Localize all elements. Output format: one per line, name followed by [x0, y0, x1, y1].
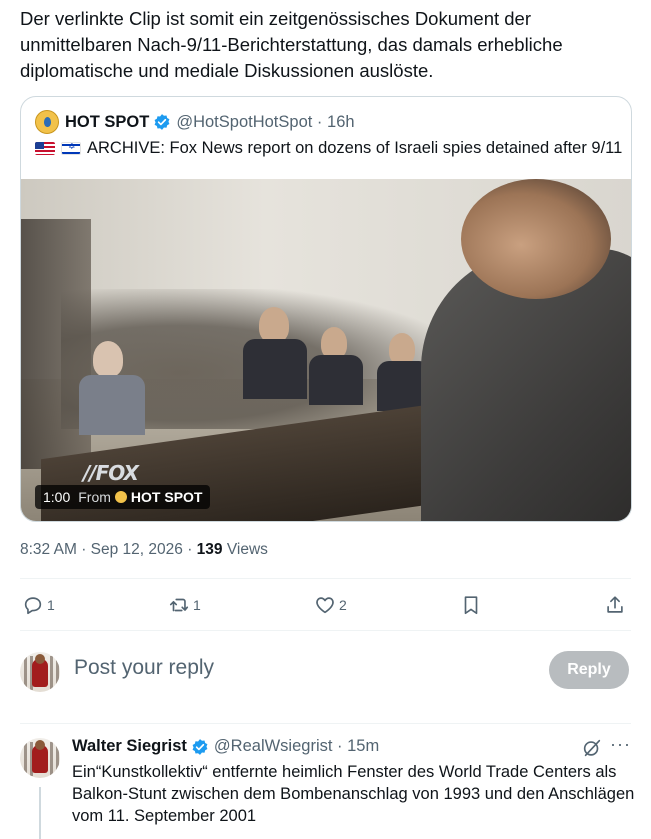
- reply-text: Ein“Kunstkollektiv“ entfernte heimlich F…: [72, 763, 635, 825]
- quoted-author-handle[interactable]: @HotSpotHotSpot: [176, 113, 312, 132]
- heart-icon: [316, 597, 334, 614]
- repost-action-button[interactable]: 1: [168, 589, 201, 621]
- video-frame-person: [243, 339, 307, 399]
- more-options-icon[interactable]: ···: [610, 734, 631, 755]
- quoted-author-name[interactable]: HOT SPOT: [65, 113, 149, 132]
- video-duration: 1:00: [43, 489, 71, 505]
- video-player[interactable]: //FOX 1:00 From HOT SPOT: [21, 179, 631, 521]
- reply-author-avatar[interactable]: [20, 738, 60, 778]
- source-avatar-icon: [114, 491, 127, 503]
- thread-connector-line: [39, 787, 41, 839]
- quoted-post-text: ARCHIVE: Fox News report on dozens of Is…: [87, 139, 623, 157]
- divider: [20, 723, 631, 724]
- post-metadata: 8:32 AM · Sep 12, 2026 · 139 Views: [20, 541, 268, 559]
- repost-icon: [169, 598, 189, 612]
- video-from-label: From: [78, 489, 111, 505]
- reply-author-handle[interactable]: @RealWsiegrist: [214, 737, 333, 756]
- reply-submit-button[interactable]: Reply: [549, 651, 629, 689]
- avatar-figure: [32, 740, 48, 773]
- video-source-name[interactable]: HOT SPOT: [131, 489, 203, 505]
- divider: [20, 630, 631, 631]
- repost-count: 1: [193, 597, 201, 613]
- video-frame-person: [309, 355, 363, 405]
- reply-count: 1: [47, 597, 55, 613]
- share-action-button[interactable]: [604, 589, 626, 621]
- video-frame-speaker-head: [461, 179, 611, 299]
- fox-logo: //FOX: [83, 461, 139, 485]
- post-time[interactable]: 8:32 AM: [20, 541, 77, 558]
- avatar-background-rail: [24, 656, 27, 690]
- post-actions-bar: 1 1 2: [20, 589, 631, 621]
- video-frame-person: [93, 341, 123, 377]
- current-user-avatar[interactable]: [20, 652, 60, 692]
- bookmark-action-button[interactable]: [460, 589, 482, 621]
- reply-time[interactable]: 15m: [347, 737, 379, 756]
- like-count: 2: [339, 597, 347, 613]
- quoted-post-card[interactable]: HOT SPOT @HotSpotHotSpot · 16h ARCHIVE: …: [20, 96, 632, 522]
- us-flag-icon: [35, 142, 55, 155]
- reply-action-button[interactable]: 1: [22, 589, 55, 621]
- reply-bubble-icon: [24, 597, 42, 615]
- separator-dot: ·: [187, 541, 197, 558]
- video-frame-person: [259, 307, 289, 343]
- quoted-author-avatar[interactable]: [35, 110, 59, 134]
- bookmark-icon: [464, 596, 478, 615]
- separator-dot: ·: [332, 737, 348, 755]
- avatar-figure: [32, 654, 48, 687]
- avatar-background-rail: [24, 742, 27, 776]
- reply-header: Walter Siegrist @RealWsiegrist · 15m: [72, 737, 379, 756]
- divider: [20, 578, 631, 579]
- views-count[interactable]: 139: [197, 541, 223, 558]
- video-duration-badge: 1:00 From HOT SPOT: [35, 485, 211, 509]
- share-icon: [607, 596, 623, 613]
- verified-badge-icon: [192, 738, 208, 755]
- post-text: Der verlinkte Clip ist somit ein zeitgen…: [20, 8, 563, 81]
- quoted-post-text-row: ARCHIVE: Fox News report on dozens of Is…: [35, 139, 622, 158]
- separator-dot: ·: [312, 112, 328, 131]
- verified-badge-icon: [154, 114, 170, 130]
- reply-input[interactable]: Post your reply: [74, 656, 214, 680]
- quoted-post-header: HOT SPOT @HotSpotHotSpot · 16h: [35, 109, 355, 135]
- video-frame-person: [79, 375, 145, 435]
- views-label: Views: [226, 541, 268, 558]
- separator-dot: ·: [81, 541, 91, 558]
- grok-icon[interactable]: [581, 737, 603, 759]
- israel-flag-icon: [61, 142, 81, 155]
- quoted-post-time[interactable]: 16h: [327, 113, 355, 132]
- reply-author-name[interactable]: Walter Siegrist: [72, 737, 187, 756]
- like-action-button[interactable]: 2: [314, 589, 347, 621]
- post-date[interactable]: Sep 12, 2026: [91, 541, 183, 558]
